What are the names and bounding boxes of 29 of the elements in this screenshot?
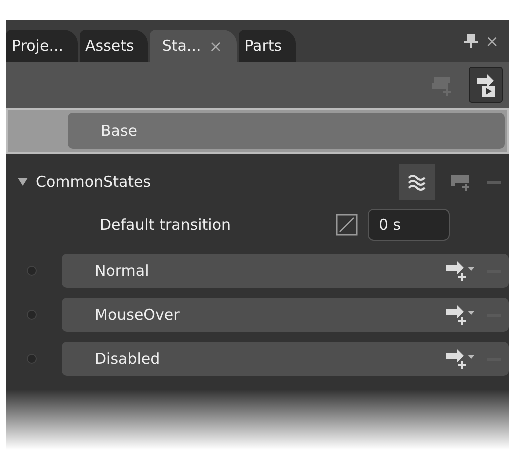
panel-tab[interactable]: Parts xyxy=(238,30,296,62)
base-state[interactable]: Base xyxy=(68,113,505,149)
state-indicator[interactable] xyxy=(27,310,37,320)
state-item[interactable]: MouseOver xyxy=(62,298,509,332)
group-name: CommonStates xyxy=(36,173,152,191)
close-icon[interactable]: × xyxy=(486,32,499,50)
state-indicator[interactable] xyxy=(27,354,37,364)
tab-label: Assets xyxy=(86,37,134,55)
base-row[interactable]: Base xyxy=(6,108,509,154)
pin-icon[interactable] xyxy=(464,33,478,49)
transition-preview-button[interactable] xyxy=(469,67,503,103)
remove-icon[interactable] xyxy=(487,180,501,184)
panel-tab[interactable]: Sta... × xyxy=(150,30,237,62)
arrow-play-icon xyxy=(475,72,497,98)
state-item[interactable]: Disabled xyxy=(62,342,509,376)
easing-icon[interactable] xyxy=(336,214,358,236)
tab-label: Proje... xyxy=(12,37,64,55)
wave-icon xyxy=(407,173,427,191)
state-item[interactable]: Normal xyxy=(62,254,509,288)
duration-field[interactable]: 0 s xyxy=(368,209,450,241)
state-label: Base xyxy=(101,122,138,140)
panel-tab[interactable]: Assets xyxy=(80,30,148,62)
fluid-layout-button[interactable] xyxy=(399,164,435,200)
tab-label: Sta... xyxy=(162,37,202,55)
tab-label: Parts xyxy=(244,37,282,55)
panel-tab[interactable]: Proje... xyxy=(6,30,78,62)
expand-icon[interactable] xyxy=(18,178,28,186)
transition-label: Default transition xyxy=(100,216,232,234)
state-indicator[interactable] xyxy=(27,266,37,276)
